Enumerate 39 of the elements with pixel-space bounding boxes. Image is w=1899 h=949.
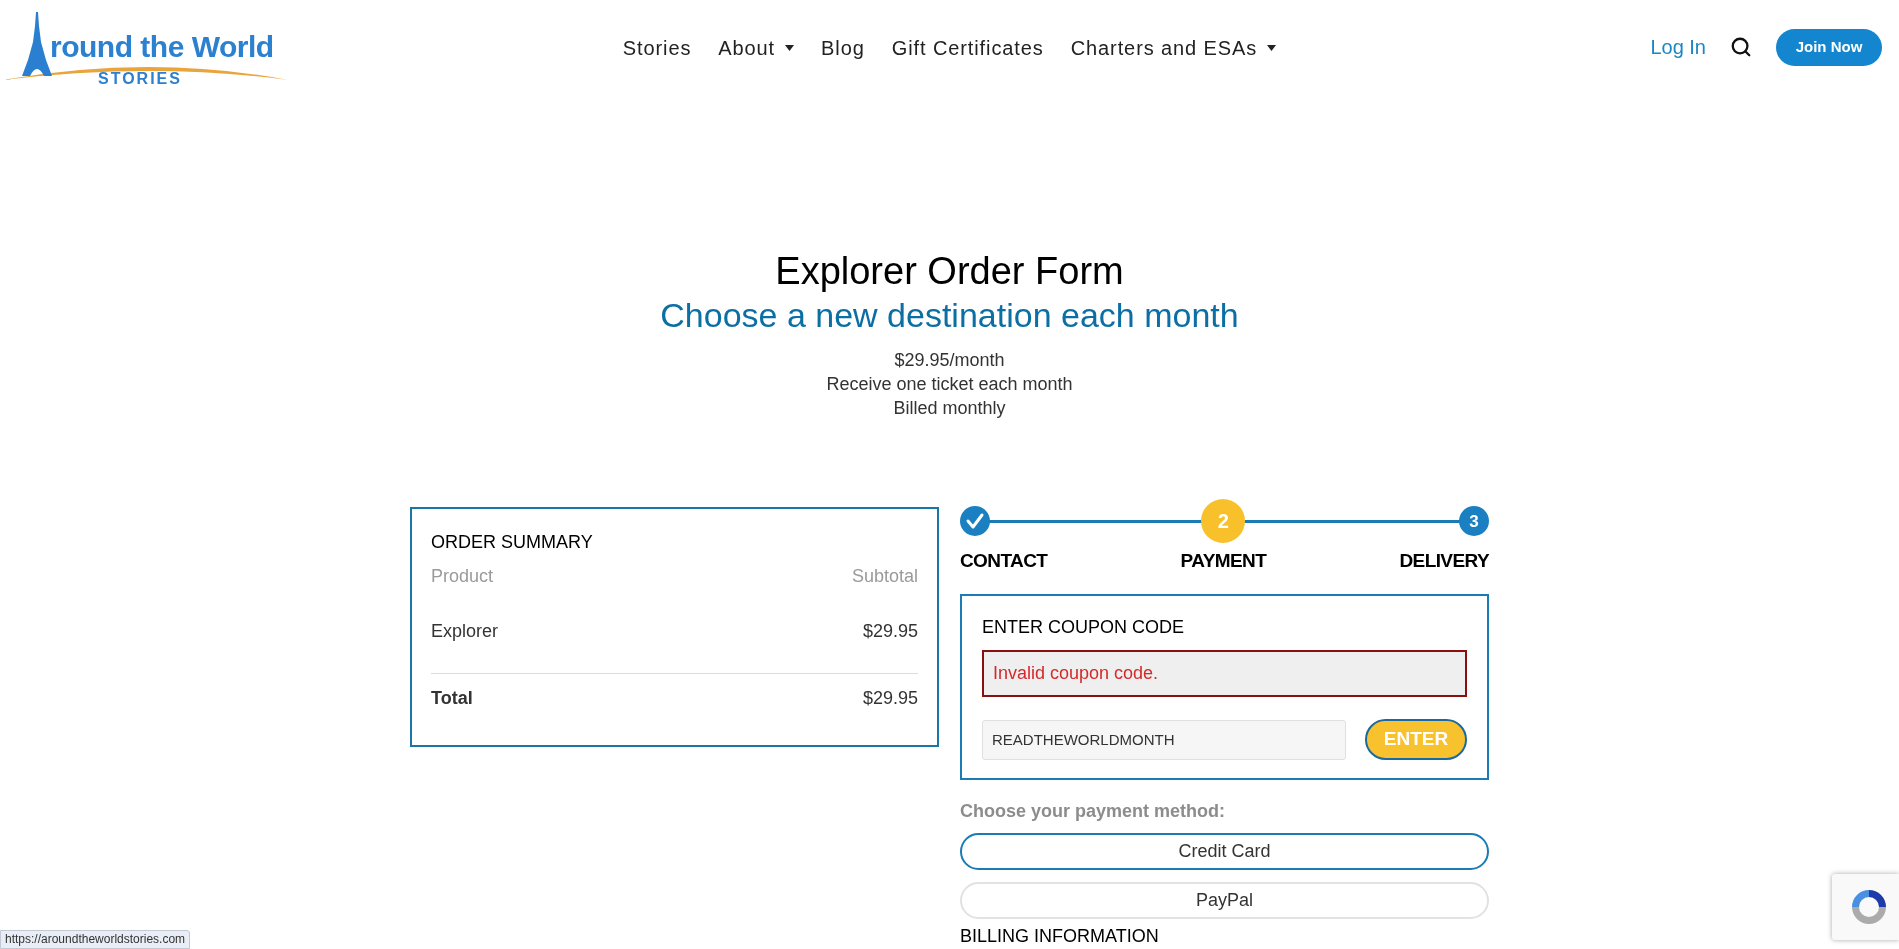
page-subtitle: Choose a new destination each month xyxy=(660,295,1239,336)
payment-method-button[interactable]: PayPal xyxy=(960,882,1489,919)
error-message: Invalid coupon code. xyxy=(982,650,1467,697)
plan-detail: Receive one ticket each month xyxy=(826,373,1073,396)
plan-detail: $29.95/month xyxy=(894,349,1005,372)
step-label: DELIVERY xyxy=(1399,550,1489,572)
login-link[interactable]: Log In xyxy=(1650,32,1706,62)
nav-link[interactable]: Stories xyxy=(622,33,692,63)
step-number: 2 xyxy=(1201,499,1246,543)
coupon-title: ENTER COUPON CODE xyxy=(982,616,1186,638)
nav-link[interactable]: Gift Certificates xyxy=(891,33,1044,63)
caret-icon xyxy=(1267,45,1277,51)
step-label: PAYMENT xyxy=(1180,550,1267,572)
step-number: 3 xyxy=(1459,506,1489,536)
payment-prompt: Choose your payment method: xyxy=(960,800,1227,822)
column-header: Subtotal xyxy=(851,565,918,587)
caret-icon xyxy=(785,45,795,51)
status-url: https://aroundtheworldstories.com xyxy=(0,930,191,949)
nav-link[interactable]: Charters and ESAs xyxy=(1070,33,1277,63)
total-amount: $29.95 xyxy=(862,687,918,709)
logo-subtitle: STORIES xyxy=(98,69,182,89)
payment-method-button[interactable]: Credit Card xyxy=(960,833,1489,870)
coupon-input[interactable]: READTHEWORLDMONTH xyxy=(982,719,1346,760)
column-header: Product xyxy=(431,565,494,587)
nav-link[interactable]: Blog xyxy=(821,33,865,63)
plan-detail: Billed monthly xyxy=(893,397,1006,420)
total-label: Total xyxy=(431,687,473,709)
summary-title: ORDER SUMMARY xyxy=(431,531,594,553)
product-name: Explorer xyxy=(431,620,499,642)
product-subtotal: $29.95 xyxy=(862,620,918,642)
search-icon[interactable] xyxy=(1730,36,1752,58)
floating-badge[interactable] xyxy=(1832,874,1899,940)
logo-title: round the World xyxy=(50,31,274,63)
eiffel-tower-icon xyxy=(22,12,52,76)
nav-link[interactable]: About xyxy=(718,33,795,63)
step-label: CONTACT xyxy=(960,550,1048,572)
join-now-button[interactable]: Join Now xyxy=(1776,28,1882,66)
page-title: Explorer Order Form xyxy=(775,249,1124,294)
billing-title: BILLING INFORMATION xyxy=(960,926,1160,946)
